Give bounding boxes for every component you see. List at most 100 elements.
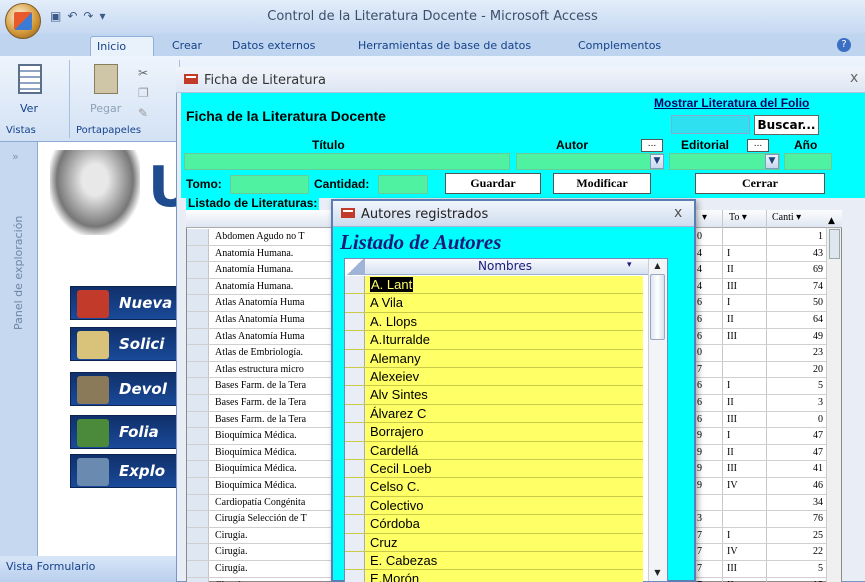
row-selector[interactable] — [187, 478, 209, 494]
pegar-button[interactable]: Pegar — [90, 102, 121, 115]
row-selector[interactable] — [187, 444, 209, 461]
office-button[interactable] — [5, 3, 41, 39]
row-selector[interactable] — [187, 561, 209, 577]
menu-button-devolucion[interactable]: Devol — [70, 372, 182, 406]
row-selector[interactable] — [345, 404, 365, 423]
row-selector[interactable] — [345, 386, 365, 404]
ver-button[interactable]: Ver — [20, 102, 38, 115]
copy-icon[interactable]: ❐ — [138, 86, 149, 100]
modificar-button[interactable]: Modificar — [553, 173, 651, 194]
list-item[interactable]: A. Llops — [345, 312, 643, 332]
row-selector[interactable] — [345, 460, 365, 478]
editorial-combo[interactable] — [669, 153, 780, 170]
row-selector[interactable] — [187, 328, 209, 345]
row-selector[interactable] — [345, 552, 365, 570]
cantidad-input[interactable] — [378, 175, 428, 194]
list-item[interactable]: Borrajero — [345, 423, 643, 442]
row-selector[interactable] — [345, 294, 365, 312]
select-all-corner[interactable] — [345, 259, 365, 275]
mostrar-literatura-link[interactable]: Mostrar Literatura del Folio — [654, 96, 809, 110]
scroll-down-icon[interactable]: ▼ — [650, 568, 665, 577]
folio-search-input[interactable] — [671, 115, 750, 134]
menu-button-explorar[interactable]: Explo — [70, 454, 182, 488]
scroll-up-icon[interactable]: ▲ — [828, 216, 835, 226]
row-selector[interactable] — [187, 295, 209, 311]
row-selector[interactable] — [187, 312, 209, 328]
list-item[interactable]: Córdoba — [345, 515, 643, 534]
row-selector[interactable] — [345, 423, 365, 441]
grid-header-cantidad[interactable]: Canti ▾ — [772, 212, 801, 223]
autor-ellipsis-button[interactable]: ... — [641, 139, 663, 152]
row-selector[interactable] — [187, 544, 209, 560]
row-selector[interactable] — [345, 331, 365, 349]
list-item[interactable]: A. Lant — [345, 276, 643, 295]
row-selector[interactable] — [345, 478, 365, 496]
row-selector[interactable] — [187, 378, 209, 394]
row-selector[interactable] — [187, 511, 209, 527]
row-selector[interactable] — [187, 428, 209, 444]
autores-scroll-thumb[interactable] — [650, 274, 665, 340]
row-selector[interactable] — [187, 245, 209, 262]
autor-combo[interactable] — [516, 153, 664, 170]
list-item[interactable]: A Vila — [345, 294, 643, 313]
tomo-input[interactable] — [230, 175, 309, 194]
autores-close-button[interactable]: x — [674, 205, 682, 221]
expand-nav-icon[interactable]: » — [12, 150, 19, 163]
row-selector[interactable] — [187, 527, 209, 544]
row-selector[interactable] — [187, 411, 209, 428]
list-item[interactable]: Alemany — [345, 349, 643, 368]
grid-scrollbar[interactable] — [826, 228, 841, 582]
list-item[interactable]: E. Cabezas — [345, 552, 643, 571]
row-selector[interactable] — [345, 533, 365, 551]
list-item[interactable]: Cruz — [345, 533, 643, 552]
editorial-ellipsis-button[interactable]: ... — [747, 139, 769, 152]
cut-icon[interactable]: ✂ — [138, 66, 148, 80]
chevron-down-icon[interactable]: ▾ — [627, 260, 632, 270]
row-selector[interactable] — [187, 345, 209, 361]
tab-herramientas[interactable]: Herramientas de base de datos — [352, 36, 537, 56]
grid-scroll-thumb[interactable] — [829, 229, 840, 259]
row-selector[interactable] — [345, 570, 365, 582]
buscar-button[interactable]: Buscar... — [754, 115, 819, 135]
cerrar-button[interactable]: Cerrar — [695, 173, 825, 194]
nombres-column-header[interactable]: Nombres — [367, 259, 643, 275]
row-selector[interactable] — [345, 368, 365, 386]
ficha-close-button[interactable]: x — [850, 70, 858, 86]
row-selector[interactable] — [187, 494, 209, 511]
list-item[interactable]: Álvarez C — [345, 404, 643, 424]
list-item[interactable]: A.Iturralde — [345, 331, 643, 350]
tab-crear[interactable]: Crear — [166, 36, 208, 56]
list-item[interactable]: Cecil Loeb — [345, 460, 643, 479]
titulo-input[interactable] — [184, 153, 510, 170]
menu-button-nueva[interactable]: Nueva — [70, 286, 182, 320]
row-selector[interactable] — [187, 278, 209, 295]
sort-arrow-icon[interactable]: ▾ — [702, 212, 707, 223]
tab-complementos[interactable]: Complementos — [572, 36, 667, 56]
chevron-down-icon[interactable]: ▼ — [765, 154, 779, 169]
format-painter-icon[interactable]: ✎ — [138, 106, 148, 120]
row-selector[interactable] — [345, 276, 365, 294]
grid-header-tomo[interactable]: To ▾ — [729, 212, 747, 223]
help-icon[interactable]: ? — [837, 38, 851, 52]
row-selector[interactable] — [187, 361, 209, 378]
row-selector[interactable] — [187, 229, 209, 245]
row-selector[interactable] — [187, 577, 209, 582]
list-item[interactable]: Alexeiev — [345, 368, 643, 387]
list-item[interactable]: Alv Sintes — [345, 386, 643, 405]
list-item[interactable]: Cardellá — [345, 441, 643, 460]
row-selector[interactable] — [187, 262, 209, 278]
tab-datos-externos[interactable]: Datos externos — [226, 36, 321, 56]
row-selector[interactable] — [345, 441, 365, 459]
row-selector[interactable] — [345, 496, 365, 515]
scroll-up-icon[interactable]: ▲ — [650, 261, 665, 270]
list-item[interactable]: Colectivo — [345, 496, 643, 516]
list-item[interactable]: Celso C. — [345, 478, 643, 497]
menu-button-solicitud[interactable]: Solici — [70, 327, 182, 361]
row-selector[interactable] — [345, 312, 365, 331]
list-item[interactable]: E.Morón — [345, 570, 643, 582]
row-selector[interactable] — [345, 515, 365, 533]
menu-button-foliar[interactable]: Folia — [70, 415, 182, 449]
guardar-button[interactable]: Guardar — [445, 173, 541, 194]
ano-input[interactable] — [784, 153, 832, 170]
tab-inicio[interactable]: Inicio — [90, 36, 154, 56]
